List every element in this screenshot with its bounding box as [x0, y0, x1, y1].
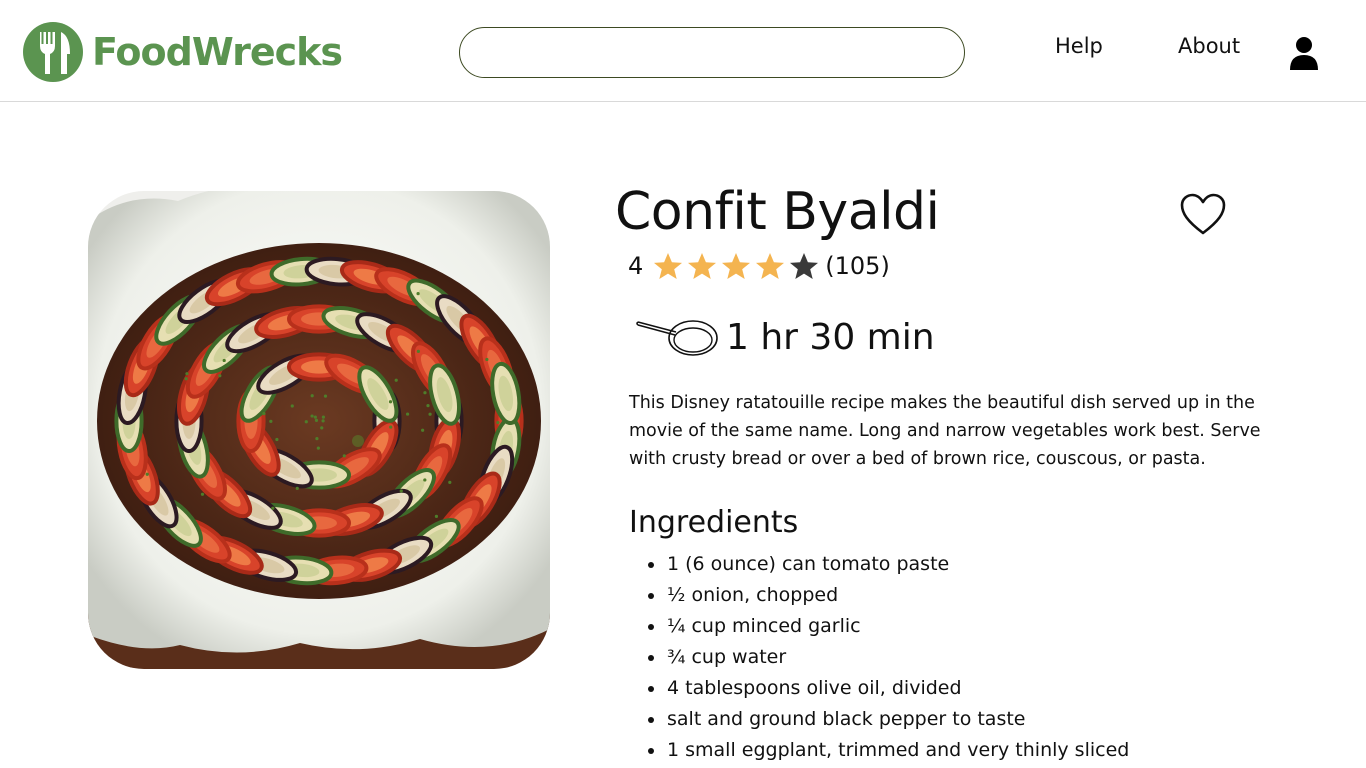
nav-about-link[interactable]: About — [1178, 34, 1240, 58]
nav-help-link[interactable]: Help — [1055, 34, 1103, 58]
star-icon[interactable] — [653, 252, 683, 280]
rating-value: 4 — [628, 252, 643, 280]
fork-knife-icon — [23, 22, 83, 82]
star-icon[interactable] — [721, 252, 751, 280]
ingredient-item: ½ onion, chopped — [648, 580, 1129, 611]
ingredient-item: salt and ground black pepper to taste — [648, 704, 1129, 735]
recipe-description: This Disney ratatouille recipe makes the… — [629, 389, 1269, 473]
favorite-heart-icon[interactable] — [1179, 192, 1227, 236]
cook-time-text: 1 hr 30 min — [726, 317, 935, 358]
recipe-photo — [88, 191, 550, 669]
cook-time: 1 hr 30 min — [636, 314, 935, 360]
ingredient-item: 1 small eggplant, trimmed and very thinl… — [648, 735, 1129, 766]
star-icon[interactable] — [789, 252, 819, 280]
user-icon[interactable] — [1288, 36, 1320, 70]
star-icon[interactable] — [687, 252, 717, 280]
rating-count[interactable]: (105) — [825, 252, 890, 280]
ingredient-item: ¾ cup water — [648, 642, 1129, 673]
star-icon[interactable] — [755, 252, 785, 280]
ingredients-list: 1 (6 ounce) can tomato paste ½ onion, ch… — [648, 549, 1129, 766]
ingredients-heading: Ingredients — [629, 505, 798, 540]
search-input[interactable] — [459, 27, 965, 78]
top-header: FoodWrecks Help About — [0, 0, 1366, 102]
brand-logo[interactable]: FoodWrecks — [23, 22, 342, 82]
recipe-rating: 4 (105) — [628, 250, 890, 282]
frying-pan-icon — [636, 314, 720, 360]
ingredient-item: 1 (6 ounce) can tomato paste — [648, 549, 1129, 580]
ingredient-item: ¼ cup minced garlic — [648, 611, 1129, 642]
brand-name: FoodWrecks — [92, 30, 342, 74]
ingredient-item: 4 tablespoons olive oil, divided — [648, 673, 1129, 704]
recipe-title: Confit Byaldi — [615, 182, 939, 242]
